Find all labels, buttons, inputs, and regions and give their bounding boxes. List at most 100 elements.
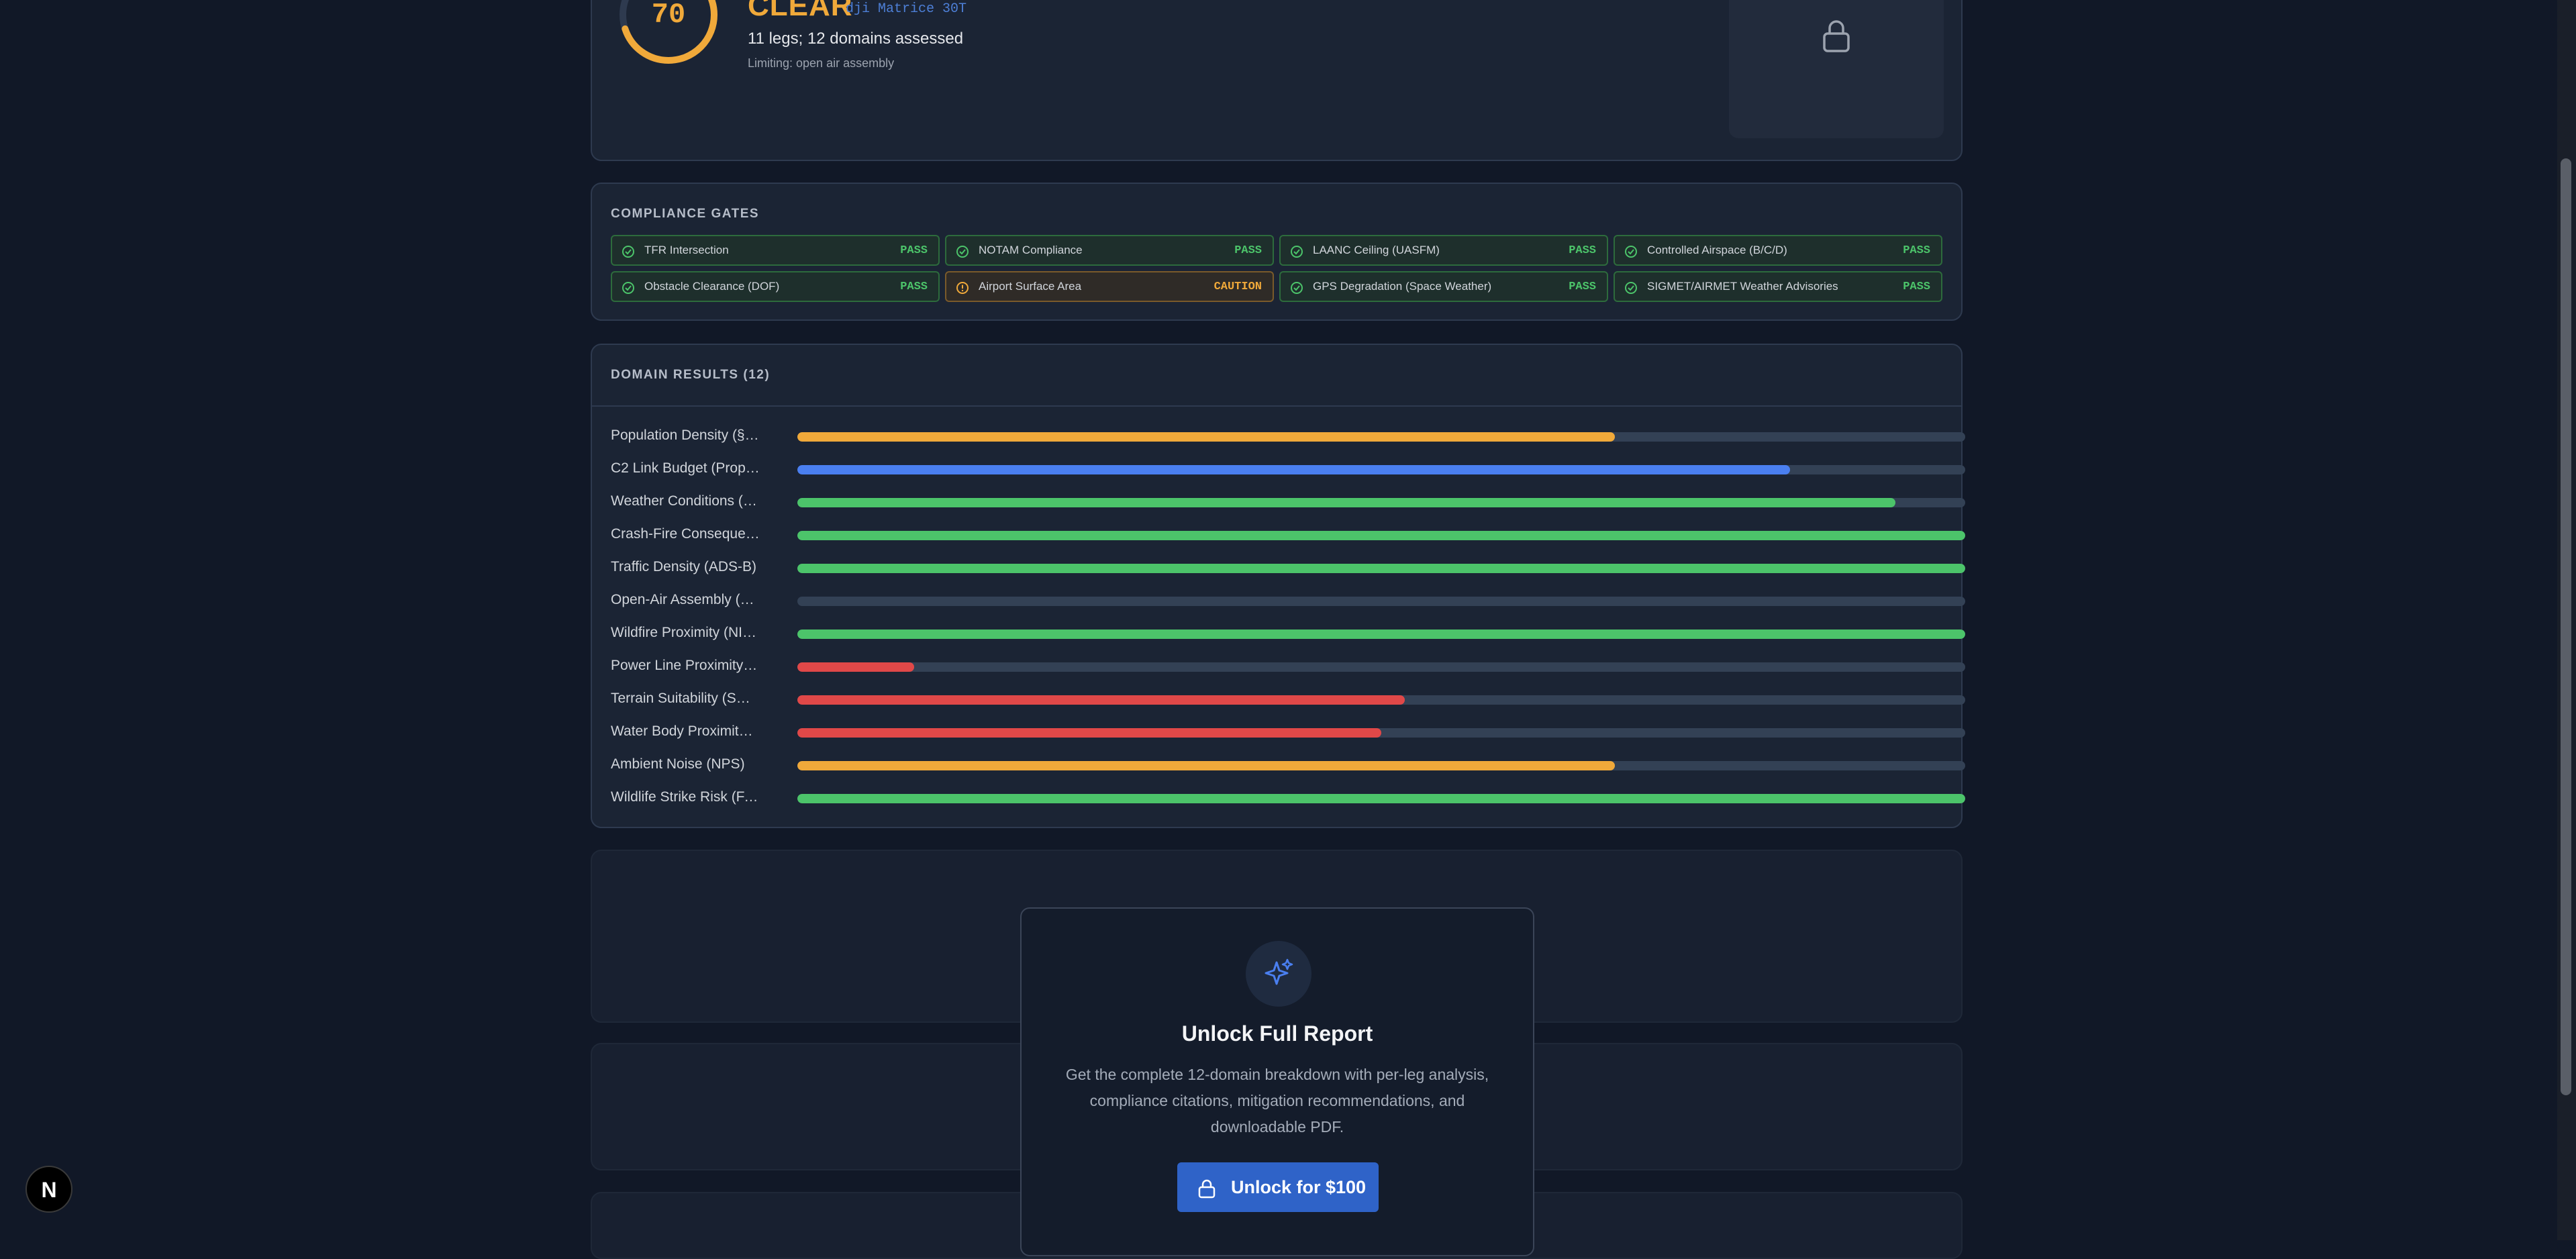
unlock-report-card: Unlock Full Report Get the complete 12-d… — [1020, 907, 1534, 1256]
domain-bar-track — [797, 432, 1965, 442]
check-circle-icon — [1625, 282, 1637, 294]
domain-label: Ambient Noise (NPS) — [611, 756, 745, 772]
domain-bar-track — [797, 597, 1965, 606]
domain-bar-track — [797, 531, 1965, 540]
alert-circle-icon — [956, 282, 969, 294]
domain-bar-track — [797, 564, 1965, 573]
domain-label: Water Body Proximity (NHD) — [611, 723, 760, 739]
gate-name: GPS Degradation (Space Weather) — [1313, 280, 1492, 293]
domain-bar-fill — [797, 465, 1790, 474]
unlock-button[interactable]: Unlock for $100 — [1177, 1162, 1379, 1212]
gate-item: SIGMET/AIRMET Weather Advisories PASS — [1614, 271, 1942, 302]
compliance-gates-title: COMPLIANCE GATES — [611, 207, 760, 221]
domain-row[interactable]: Water Body Proximity (NHD) — [611, 720, 1965, 744]
domain-row[interactable]: Population Density (§107.39) — [611, 424, 1965, 448]
domain-label: Population Density (§107.39) — [611, 427, 760, 443]
domain-bar-fill — [797, 531, 1965, 540]
domain-row[interactable]: Weather Conditions (METAR) — [611, 490, 1965, 514]
domain-bar-track — [797, 794, 1965, 803]
domain-bar-fill — [797, 630, 1965, 639]
assessment-summary-card: 70 CLEAR dji Matrice 30T 11 legs; 12 dom… — [591, 0, 1963, 161]
domain-bar-fill — [797, 432, 1615, 442]
divider — [592, 405, 1961, 407]
domain-row[interactable]: Ambient Noise (NPS) — [611, 753, 1965, 777]
domain-bar-track — [797, 630, 1965, 639]
compliance-gates-card: COMPLIANCE GATES TFR Intersection PASS NOT… — [591, 183, 1963, 321]
scrollbar-thumb[interactable] — [2561, 158, 2571, 1095]
domain-row[interactable]: Open-Air Assembly (Venues) — [611, 589, 1965, 613]
gate-status: PASS — [1903, 244, 1930, 257]
domain-row[interactable]: Wildlife Strike Risk (FAA) — [611, 786, 1965, 810]
check-circle-icon — [1291, 282, 1303, 294]
gate-status: PASS — [900, 281, 928, 293]
domain-bar-track — [797, 728, 1965, 738]
badge-letter: N — [41, 1178, 57, 1202]
gate-name: NOTAM Compliance — [979, 244, 1083, 256]
check-circle-icon — [1625, 246, 1637, 258]
gate-item: GPS Degradation (Space Weather) PASS — [1279, 271, 1608, 302]
lock-icon — [1823, 20, 1850, 52]
domain-label: Power Line Proximity (HIFLD) — [611, 658, 760, 673]
domain-bar-fill — [797, 498, 1895, 507]
unlock-title: Unlock Full Report — [1181, 1021, 1373, 1046]
domain-row[interactable]: Traffic Density (ADS-B) — [611, 556, 1965, 580]
lock-icon — [1198, 1179, 1216, 1199]
check-circle-icon — [1291, 246, 1303, 258]
domain-bar-fill — [797, 761, 1615, 770]
unlock-description: Get the complete 12-domain breakdown wit… — [1065, 1066, 1489, 1136]
domain-bar-track — [797, 761, 1965, 770]
domain-bar-fill — [797, 564, 1965, 573]
gate-name: Obstacle Clearance (DOF) — [644, 280, 780, 293]
locked-panel — [1729, 0, 1944, 138]
sparkle-icon-badge — [1246, 941, 1311, 1007]
risk-score-value: 70 — [651, 0, 686, 31]
domain-label: Crash-Fire Consequence — [611, 526, 760, 542]
status-label: CLEAR — [748, 0, 853, 22]
gate-status: CAUTION — [1213, 281, 1262, 293]
domain-bar-track — [797, 695, 1965, 705]
sparkle-icon — [1265, 958, 1293, 985]
domain-results-title: DOMAIN RESULTS (12) — [611, 368, 771, 382]
aircraft-model: dji Matrice 30T — [846, 1, 967, 17]
domain-label: Open-Air Assembly (Venues) — [611, 592, 760, 607]
domain-label: Traffic Density (ADS-B) — [611, 559, 757, 574]
domain-row[interactable]: Power Line Proximity (HIFLD) — [611, 654, 1965, 678]
limiting-factor: Limiting: open air assembly — [748, 56, 895, 70]
unlock-button-label: Unlock for $100 — [1231, 1177, 1367, 1197]
domain-label: Weather Conditions (METAR) — [611, 493, 760, 509]
gate-status: PASS — [1903, 281, 1930, 293]
domain-results-card: DOMAIN RESULTS (12) Population Density (… — [591, 344, 1965, 828]
gate-name: TFR Intersection — [644, 244, 729, 256]
domain-label: C2 Link Budget (Propagation) — [611, 460, 760, 476]
domain-bar-fill — [797, 794, 1965, 803]
gate-name: Controlled Airspace (B/C/D) — [1647, 244, 1787, 256]
domain-label: Wildfire Proximity (NIFC) — [611, 625, 760, 640]
gate-item: LAANC Ceiling (UASFM) PASS — [1279, 235, 1608, 266]
gate-status: PASS — [900, 244, 928, 257]
domain-row[interactable]: Crash-Fire Consequence — [611, 523, 1965, 547]
check-circle-icon — [622, 282, 634, 294]
assessment-summary: 11 legs; 12 domains assessed — [748, 30, 964, 48]
domain-row[interactable]: Wildfire Proximity (NIFC) — [611, 621, 1965, 646]
domain-bar-track — [797, 465, 1965, 474]
domain-label: Wildlife Strike Risk (FAA) — [611, 789, 760, 805]
gate-item: Airport Surface Area CAUTION — [945, 271, 1274, 302]
domain-bar-fill — [797, 662, 914, 672]
check-circle-icon — [956, 246, 969, 258]
domain-bar-fill — [797, 695, 1405, 705]
check-circle-icon — [622, 246, 634, 258]
gate-name: Airport Surface Area — [979, 280, 1082, 293]
gate-name: SIGMET/AIRMET Weather Advisories — [1647, 280, 1838, 293]
framework-badge[interactable]: N — [26, 1166, 72, 1213]
gate-status: PASS — [1234, 244, 1262, 257]
domain-row[interactable]: Terrain Suitability (SRTM) — [611, 687, 1965, 711]
gate-item: Controlled Airspace (B/C/D) PASS — [1614, 235, 1942, 266]
domain-label: Terrain Suitability (SRTM) — [611, 691, 760, 706]
domain-row[interactable]: C2 Link Budget (Propagation) — [611, 457, 1965, 481]
gate-status: PASS — [1569, 281, 1596, 293]
gate-item: Obstacle Clearance (DOF) PASS — [611, 271, 940, 302]
domain-bar-fill — [797, 728, 1381, 738]
domain-bar-track — [797, 662, 1965, 672]
gate-item: TFR Intersection PASS — [611, 235, 940, 266]
gate-status: PASS — [1569, 244, 1596, 257]
